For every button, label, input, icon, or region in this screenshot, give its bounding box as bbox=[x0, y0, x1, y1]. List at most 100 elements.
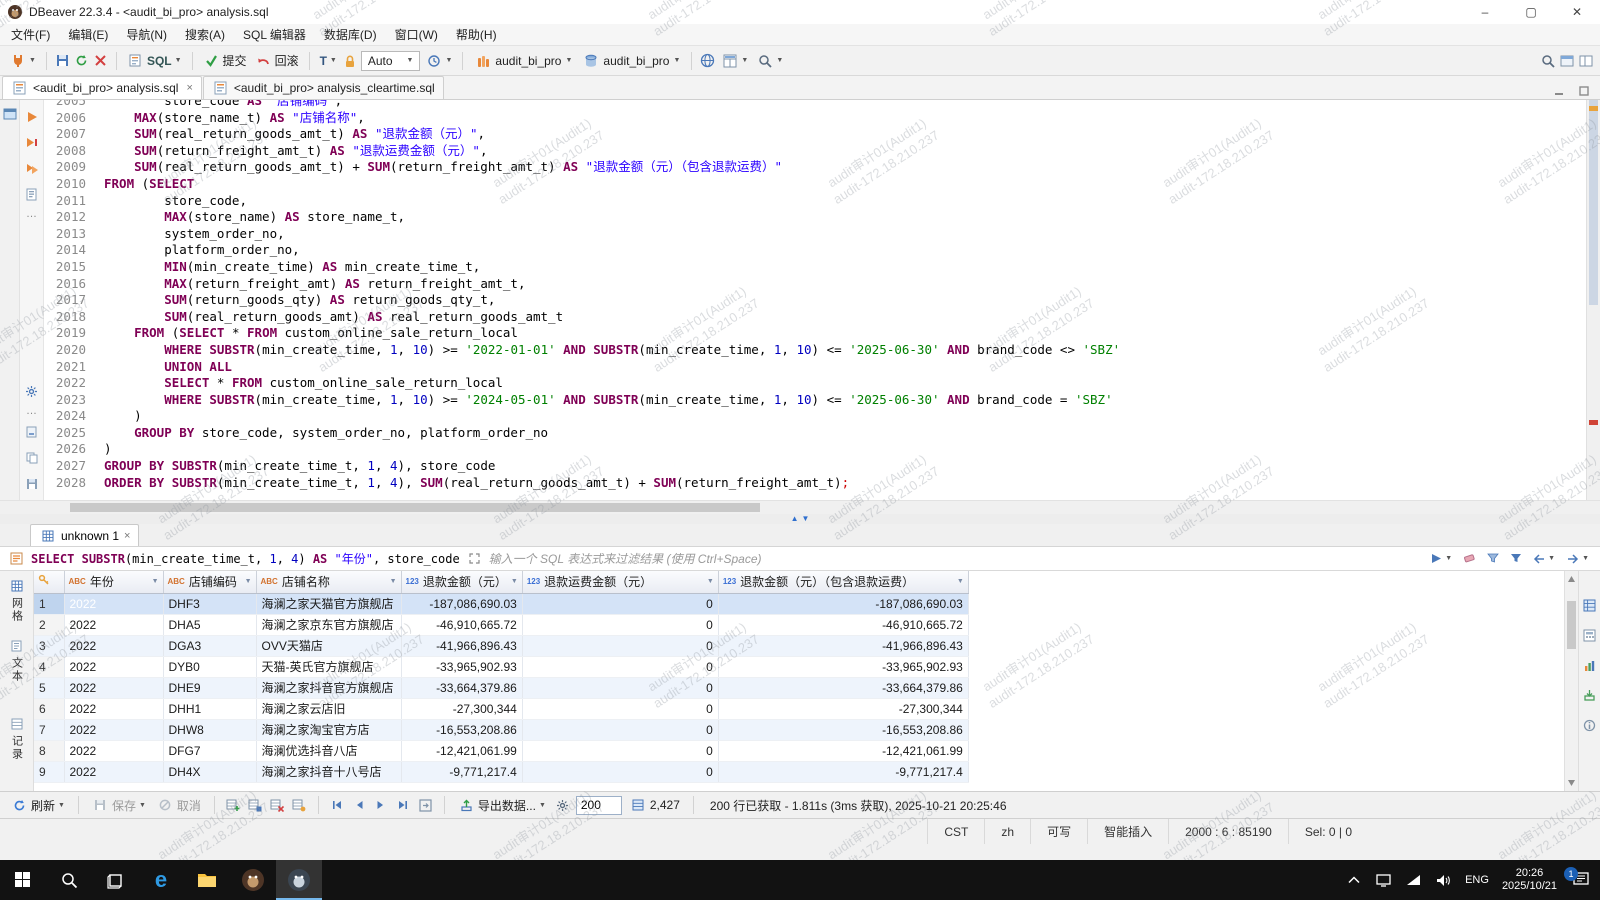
data-cell[interactable]: -27,300,344 bbox=[718, 698, 968, 719]
row-number-cell[interactable]: 6 bbox=[34, 698, 64, 719]
menu-item-4[interactable]: SQL 编辑器 bbox=[234, 24, 315, 45]
editor-horizontal-scrollbar[interactable] bbox=[0, 500, 1600, 514]
code-line[interactable]: UNION ALL bbox=[104, 359, 1586, 376]
new-connection-button[interactable]: ▼ bbox=[6, 50, 39, 71]
layout-button[interactable]: ▼ bbox=[718, 50, 751, 71]
code-line[interactable]: MAX(store_name) AS store_name_t, bbox=[104, 209, 1586, 226]
data-cell[interactable]: DHF3 bbox=[163, 593, 256, 614]
scrollbar-thumb[interactable] bbox=[1589, 100, 1598, 305]
row-number-cell[interactable]: 4 bbox=[34, 656, 64, 677]
column-menu-icon[interactable]: ▼ bbox=[707, 578, 714, 585]
tray-network-icon[interactable] bbox=[1405, 872, 1422, 889]
data-cell[interactable]: -33,965,902.93 bbox=[401, 656, 522, 677]
execute-new-tab-icon[interactable] bbox=[23, 134, 40, 151]
transaction-log-button[interactable]: ▼ bbox=[422, 50, 455, 71]
next-row-icon[interactable] bbox=[373, 797, 390, 814]
delete-icon[interactable] bbox=[92, 52, 109, 69]
view-tab-grid[interactable]: 网格 bbox=[8, 577, 25, 623]
filter-history-back-button[interactable]: ▼ bbox=[1530, 552, 1558, 566]
data-cell[interactable]: DHA5 bbox=[163, 614, 256, 635]
row-number-cell[interactable]: 3 bbox=[34, 635, 64, 656]
row-number-cell[interactable]: 8 bbox=[34, 740, 64, 761]
data-cell[interactable]: 2022 bbox=[64, 635, 163, 656]
code-line[interactable]: ) bbox=[104, 408, 1586, 425]
code-line[interactable]: SUM(real_return_goods_amt_t) AS "退款金额（元）… bbox=[104, 126, 1586, 143]
data-cell[interactable]: 0 bbox=[522, 614, 718, 635]
more-actions-icon[interactable]: … bbox=[26, 212, 37, 217]
close-icon[interactable]: × bbox=[186, 82, 192, 94]
tray-monitor-icon[interactable] bbox=[1375, 872, 1392, 889]
data-cell[interactable]: -33,664,379.86 bbox=[401, 677, 522, 698]
data-cell[interactable]: 0 bbox=[522, 593, 718, 614]
column-header-2[interactable]: ABC店铺名称▼ bbox=[256, 571, 401, 593]
data-cell[interactable]: -16,553,208.86 bbox=[718, 719, 968, 740]
window-layout-icon[interactable] bbox=[1577, 52, 1594, 69]
data-cell[interactable]: -187,086,690.03 bbox=[401, 593, 522, 614]
delete-row-icon[interactable] bbox=[269, 797, 286, 814]
data-cell[interactable]: -33,664,379.86 bbox=[718, 677, 968, 698]
overview-marker-error[interactable] bbox=[1589, 420, 1598, 425]
code-area[interactable]: store_code AS "店铺编码", MAX(store_name_t) … bbox=[96, 100, 1586, 500]
filter-expression[interactable]: SELECT SUBSTR(min_create_time_t, 1, 4) A… bbox=[31, 550, 460, 567]
data-cell[interactable]: DYB0 bbox=[163, 656, 256, 677]
table-row[interactable]: 22022DHA5海澜之家京东官方旗舰店-46,910,665.720-46,9… bbox=[34, 614, 968, 635]
code-line[interactable]: SELECT * FROM custom_online_sale_return_… bbox=[104, 375, 1586, 392]
perspective-icon[interactable] bbox=[1558, 52, 1575, 69]
export-panel-icon[interactable] bbox=[1581, 687, 1598, 704]
scrollbar-thumb[interactable] bbox=[70, 503, 760, 512]
search-button[interactable]: ▼ bbox=[753, 50, 786, 71]
view-tab-record[interactable]: 记录 bbox=[8, 715, 25, 761]
data-cell[interactable]: -187,086,690.03 bbox=[718, 593, 968, 614]
data-cell[interactable]: -33,965,902.93 bbox=[718, 656, 968, 677]
code-line[interactable]: store_code, bbox=[104, 193, 1586, 210]
data-cell[interactable]: 2022 bbox=[64, 761, 163, 782]
data-cell[interactable]: -9,771,217.4 bbox=[401, 761, 522, 782]
close-icon[interactable]: × bbox=[124, 530, 130, 542]
fetch-size-input[interactable] bbox=[576, 796, 622, 815]
data-cell[interactable]: 海澜之家抖音十八号店 bbox=[256, 761, 401, 782]
data-cell[interactable]: -12,421,061.99 bbox=[401, 740, 522, 761]
database-navigator-icon[interactable] bbox=[1, 105, 18, 122]
row-count-button[interactable]: 2,427 bbox=[627, 795, 683, 816]
data-cell[interactable]: 0 bbox=[522, 698, 718, 719]
table-row[interactable]: 42022DYB0天猫-英氏官方旗舰店-33,965,902.930-33,96… bbox=[34, 656, 968, 677]
taskbar-search-icon[interactable] bbox=[46, 860, 92, 900]
transaction-mode-button[interactable]: T▼ bbox=[317, 52, 340, 70]
menu-item-2[interactable]: 导航(N) bbox=[117, 24, 176, 45]
code-line[interactable]: ORDER BY SUBSTR(min_create_time_t, 1, 4)… bbox=[104, 475, 1586, 492]
results-tab[interactable]: unknown 1 × bbox=[30, 524, 139, 546]
data-cell[interactable]: DHE9 bbox=[163, 677, 256, 698]
code-line[interactable]: MIN(min_create_time) AS min_create_time_… bbox=[104, 259, 1586, 276]
scrollbar-thumb[interactable] bbox=[1567, 601, 1576, 649]
close-button[interactable]: ✕ bbox=[1554, 0, 1600, 24]
code-line[interactable]: store_code AS "店铺编码", bbox=[104, 100, 1586, 110]
rollback-button[interactable]: 回滚 bbox=[252, 50, 302, 71]
data-cell[interactable]: -16,553,208.86 bbox=[401, 719, 522, 740]
code-line[interactable]: SUM(real_return_goods_amt) AS real_retur… bbox=[104, 309, 1586, 326]
code-line[interactable]: FROM (SELECT * FROM custom_online_sale_r… bbox=[104, 325, 1586, 342]
lock-icon[interactable] bbox=[342, 52, 359, 69]
column-header-5[interactable]: 123退款金额（元）（包含退款运费）▼ bbox=[718, 571, 968, 593]
view-tab-text[interactable]: 文本 bbox=[8, 637, 25, 683]
editor-vertical-scrollbar[interactable] bbox=[1586, 100, 1600, 500]
code-line[interactable]: SUM(real_return_goods_amt_t) + SUM(retur… bbox=[104, 159, 1586, 176]
data-cell[interactable]: -46,910,665.72 bbox=[718, 614, 968, 635]
column-menu-icon[interactable]: ▼ bbox=[245, 578, 252, 585]
data-cell[interactable]: 0 bbox=[522, 740, 718, 761]
editor-settings-icon[interactable] bbox=[23, 383, 40, 400]
taskbar-clock[interactable]: 20:262025/10/21 bbox=[1502, 867, 1557, 893]
data-cell[interactable]: DFG7 bbox=[163, 740, 256, 761]
file-explorer-icon[interactable] bbox=[184, 860, 230, 900]
table-row[interactable]: 72022DHW8海澜之家淘宝官方店-16,553,208.860-16,553… bbox=[34, 719, 968, 740]
data-cell[interactable]: 海澜优选抖音八店 bbox=[256, 740, 401, 761]
data-cell[interactable]: 海澜之家天猫官方旗舰店 bbox=[256, 593, 401, 614]
column-menu-icon[interactable]: ▼ bbox=[152, 578, 159, 585]
column-menu-icon[interactable]: ▼ bbox=[511, 578, 518, 585]
connection-combo[interactable]: audit_bi_pro▼ bbox=[470, 50, 576, 71]
expand-filter-icon[interactable] bbox=[466, 550, 483, 567]
data-cell[interactable]: 2022 bbox=[64, 698, 163, 719]
data-cell[interactable]: -27,300,344 bbox=[401, 698, 522, 719]
table-row[interactable]: 52022DHE9海澜之家抖音官方旗舰店-33,664,379.860-33,6… bbox=[34, 677, 968, 698]
table-row[interactable]: 82022DFG7海澜优选抖音八店-12,421,061.990-12,421,… bbox=[34, 740, 968, 761]
sql-editor-button[interactable]: SQL▼ bbox=[124, 50, 185, 71]
